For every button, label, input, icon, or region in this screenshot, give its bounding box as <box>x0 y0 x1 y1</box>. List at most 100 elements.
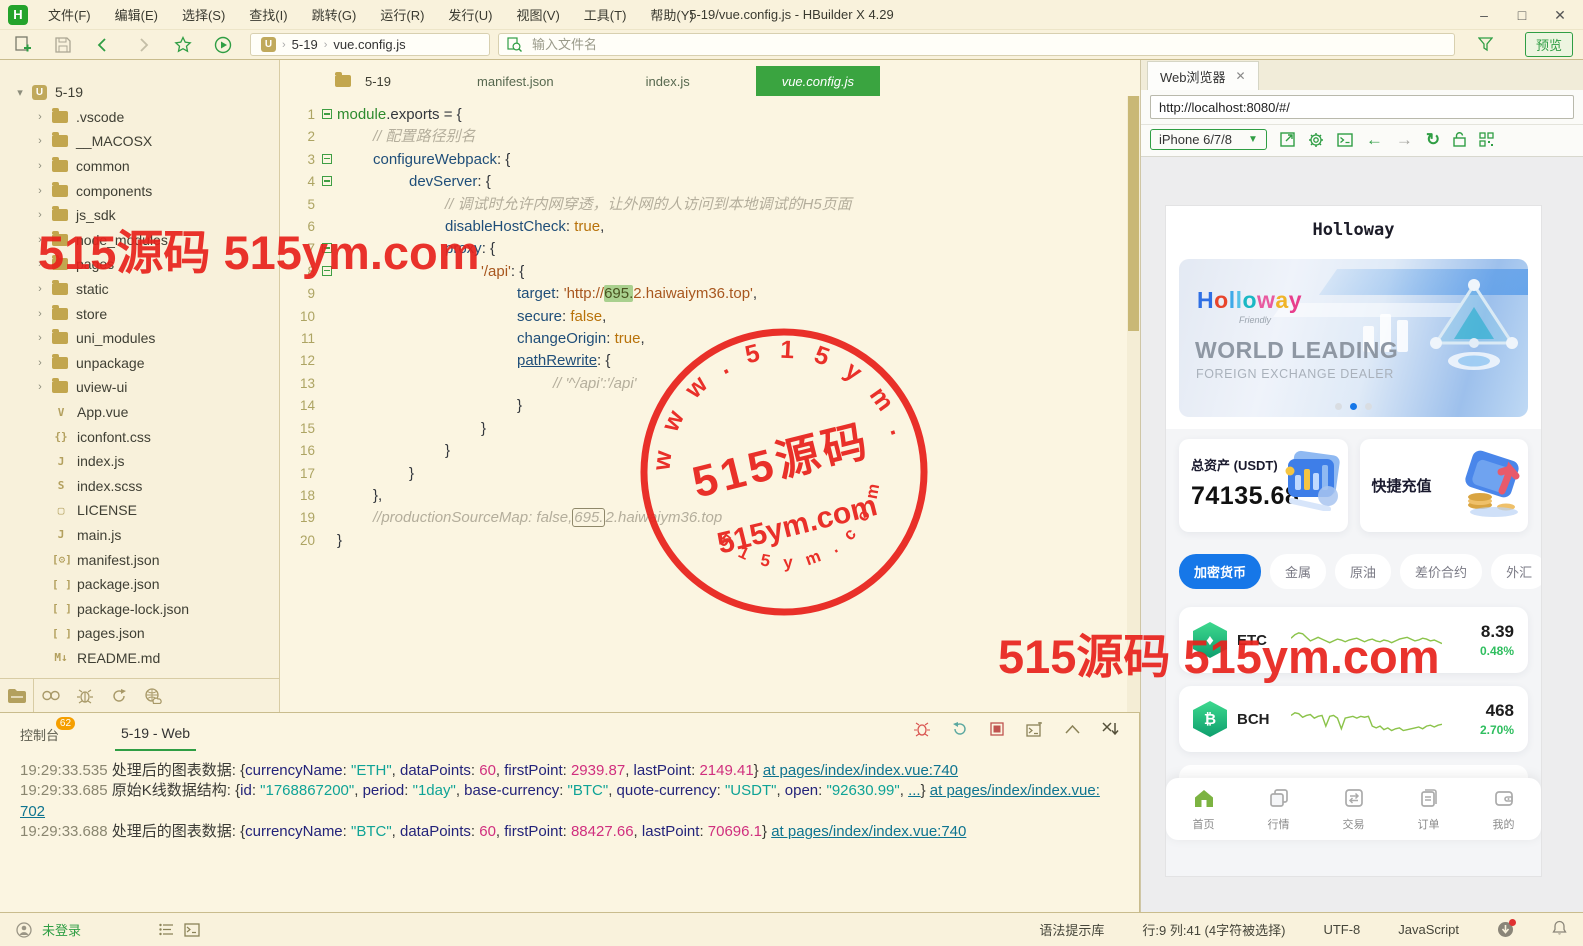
terminal-status-icon[interactable] <box>184 923 200 937</box>
fold-column[interactable] <box>321 171 337 193</box>
editor-scrollbar[interactable] <box>1127 96 1140 712</box>
unlock-icon[interactable] <box>1453 132 1466 147</box>
chevron-right-icon[interactable]: › <box>32 308 48 320</box>
category-tab-外汇[interactable]: 外汇 <box>1491 554 1541 589</box>
search-panel-icon[interactable] <box>34 679 68 712</box>
menu-item[interactable]: 视图(V) <box>506 2 569 27</box>
update-icon[interactable] <box>1497 921 1514 938</box>
menu-item[interactable]: 运行(R) <box>370 2 434 27</box>
editor-tab-vue-config-js[interactable]: vue.config.js <box>756 66 880 96</box>
menu-item[interactable]: 发行(U) <box>438 2 502 27</box>
minimize-button[interactable]: – <box>1467 3 1501 27</box>
chevron-right-icon[interactable]: › <box>32 258 48 270</box>
tree-row-pagesjson[interactable]: [ ]pages.json <box>0 621 279 646</box>
breadcrumb[interactable]: U › 5-19 › vue.config.js <box>250 33 490 56</box>
fold-marker-icon[interactable] <box>322 243 332 253</box>
url-input[interactable] <box>1150 95 1574 119</box>
fold-column[interactable] <box>321 261 337 283</box>
nav-item-交易[interactable]: 交易 <box>1316 778 1391 840</box>
tree-row-indexjs[interactable]: Jindex.js <box>0 449 279 474</box>
status-item-2[interactable]: UTF-8 <box>1323 922 1360 937</box>
code-line[interactable]: 9target: 'http://695.2.haiwaiym36.top', <box>281 283 1140 305</box>
editor-tab-manifest-json[interactable]: manifest.json <box>451 66 580 96</box>
code-line[interactable]: 6disableHostCheck: true, <box>281 216 1140 238</box>
log-source-link[interactable]: at pages/index/index.vue:740 <box>763 762 958 779</box>
tree-project-row[interactable]: ▾U5-19 <box>0 80 279 105</box>
tree-row-unpackage[interactable]: ›unpackage <box>0 351 279 376</box>
code-line[interactable]: 16} <box>281 440 1140 462</box>
code-line[interactable]: 19//productionSourceMap: false,695.2.hai… <box>281 507 1140 529</box>
terminal-icon[interactable] <box>1026 722 1043 737</box>
editor-project-label[interactable]: 5-19 <box>321 66 405 96</box>
nav-item-行情[interactable]: 行情 <box>1241 778 1316 840</box>
status-item-0[interactable]: 语法提示库 <box>1039 920 1104 939</box>
cloud-panel-icon[interactable] <box>136 679 170 712</box>
code-line[interactable]: 11changeOrigin: true, <box>281 328 1140 350</box>
chevron-right-icon[interactable]: › <box>32 209 48 221</box>
tree-row-common[interactable]: ›common <box>0 154 279 179</box>
chevron-right-icon[interactable]: › <box>32 283 48 295</box>
tree-row-uview-ui[interactable]: ›uview-ui <box>0 375 279 400</box>
tree-row-mainjs[interactable]: Jmain.js <box>0 523 279 548</box>
code-line[interactable]: 20} <box>281 530 1140 552</box>
console-label[interactable]: 控制台62 <box>20 725 59 744</box>
bookmark-star-icon[interactable] <box>170 34 196 56</box>
tree-row-static[interactable]: ›static <box>0 277 279 302</box>
tree-row-Appvue[interactable]: VApp.vue <box>0 400 279 425</box>
tree-row-store[interactable]: ›store <box>0 301 279 326</box>
chevron-right-icon[interactable]: › <box>32 135 48 147</box>
web-browser-tab[interactable]: Web浏览器 ✕ <box>1147 61 1259 90</box>
maximize-button[interactable]: □ <box>1505 3 1539 27</box>
chevron-right-icon[interactable]: › <box>32 381 48 393</box>
tree-row-manifestjson[interactable]: [⚙]manifest.json <box>0 547 279 572</box>
status-item-1[interactable]: 行:9 列:41 (4字符被选择) <box>1142 920 1285 939</box>
chevron-right-icon[interactable]: › <box>32 111 48 123</box>
fold-marker-icon[interactable] <box>322 266 332 276</box>
breadcrumb-project[interactable]: 5-19 <box>292 37 318 52</box>
category-tab-加密货币[interactable]: 加密货币 <box>1179 554 1261 589</box>
chevron-right-icon[interactable]: › <box>32 357 48 369</box>
new-file-icon[interactable] <box>10 34 36 56</box>
menu-item[interactable]: 文件(F) <box>38 2 101 27</box>
forward-icon[interactable] <box>130 34 156 56</box>
code-line[interactable]: 13// '^/api':'/api' <box>281 373 1140 395</box>
carousel-dot[interactable] <box>1335 403 1342 410</box>
carousel-dot[interactable] <box>1350 403 1357 410</box>
status-item-3[interactable]: JavaScript <box>1398 922 1459 937</box>
tree-row-package-lockjson[interactable]: [ ]package-lock.json <box>0 596 279 621</box>
qrcode-icon[interactable] <box>1479 132 1494 147</box>
file-search-box[interactable] <box>498 33 1455 56</box>
coin-card-ETC[interactable]: ♦ETC8.390.48% <box>1179 607 1528 673</box>
category-tab-金属[interactable]: 金属 <box>1270 554 1326 589</box>
menu-item[interactable]: 编辑(E) <box>105 2 168 27</box>
reload-icon[interactable]: ↻ <box>1426 130 1440 150</box>
tree-row-js_sdk[interactable]: ›js_sdk <box>0 203 279 228</box>
tree-row-READMEmd[interactable]: M↓README.md <box>0 646 279 671</box>
notifications-bell-icon[interactable] <box>1552 920 1567 939</box>
preview-button[interactable]: 预览 <box>1525 32 1573 57</box>
code-line[interactable]: 10secure: false, <box>281 306 1140 328</box>
close-tab-icon[interactable]: ✕ <box>1236 69 1246 83</box>
stop-icon[interactable] <box>990 722 1004 736</box>
total-assets-card[interactable]: 总资产 (USDT) 74135.68 <box>1179 439 1348 532</box>
nav-item-我的[interactable]: 我的 <box>1466 778 1541 840</box>
menu-item[interactable]: 跳转(G) <box>302 2 367 27</box>
category-tab-原油[interactable]: 原油 <box>1335 554 1391 589</box>
tree-row-LICENSE[interactable]: ▢LICENSE <box>0 498 279 523</box>
tree-row-__MACOSX[interactable]: ›__MACOSX <box>0 129 279 154</box>
category-tab-差价合约[interactable]: 差价合约 <box>1400 554 1482 589</box>
devtools-console-icon[interactable] <box>1337 133 1353 147</box>
nav-back-icon[interactable]: ← <box>1366 130 1383 150</box>
chevron-right-icon[interactable]: › <box>32 332 48 344</box>
save-icon[interactable] <box>50 34 76 56</box>
tree-row-packagejson[interactable]: [ ]package.json <box>0 572 279 597</box>
filter-icon[interactable] <box>1473 34 1499 56</box>
login-status[interactable]: 未登录 <box>42 920 81 939</box>
menu-item[interactable]: 选择(S) <box>172 2 235 27</box>
collapse-icon[interactable] <box>1065 725 1080 734</box>
menu-item[interactable]: 查找(I) <box>239 2 297 27</box>
carousel-dots[interactable] <box>1179 403 1528 410</box>
fold-column[interactable] <box>321 238 337 260</box>
debug-icon[interactable] <box>914 721 930 737</box>
log-source-link[interactable]: ... <box>908 782 921 799</box>
